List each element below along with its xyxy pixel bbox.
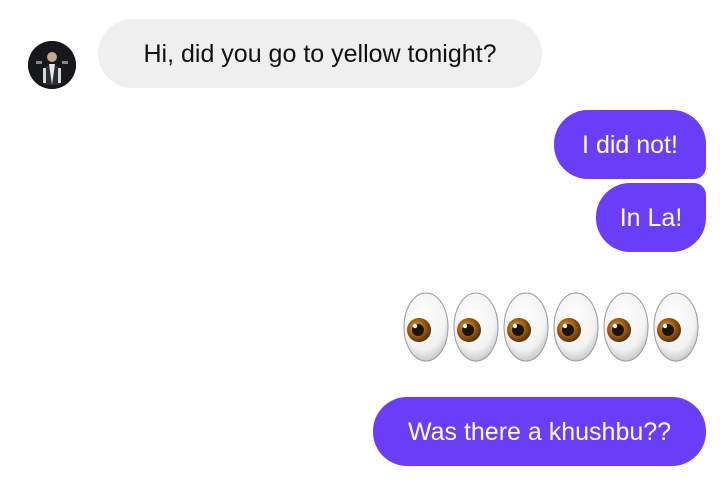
message-thread: Hi, did you go to yellow tonight? I did … xyxy=(0,0,720,484)
person-avatar-icon xyxy=(28,41,76,89)
contact-avatar[interactable] xyxy=(28,41,76,89)
eyes-emoji-icon xyxy=(402,290,450,364)
message-bubble-incoming[interactable]: Hi, did you go to yellow tonight? xyxy=(98,19,542,88)
message-text: Was there a khushbu?? xyxy=(407,417,672,446)
message-text: Hi, did you go to yellow tonight? xyxy=(143,39,497,68)
message-bubble-outgoing[interactable]: Was there a khushbu?? xyxy=(373,397,706,466)
eyes-emoji-icon xyxy=(502,290,550,364)
emoji-message[interactable] xyxy=(402,290,700,364)
message-bubble-outgoing[interactable]: I did not! xyxy=(554,110,706,179)
message-bubble-outgoing[interactable]: In La! xyxy=(596,183,706,252)
eyes-emoji-icon xyxy=(452,290,500,364)
message-text: In La! xyxy=(619,203,683,232)
eyes-emoji-icon xyxy=(652,290,700,364)
message-text: I did not! xyxy=(582,130,678,159)
eyes-emoji-icon xyxy=(552,290,600,364)
eyes-emoji-icon xyxy=(602,290,650,364)
